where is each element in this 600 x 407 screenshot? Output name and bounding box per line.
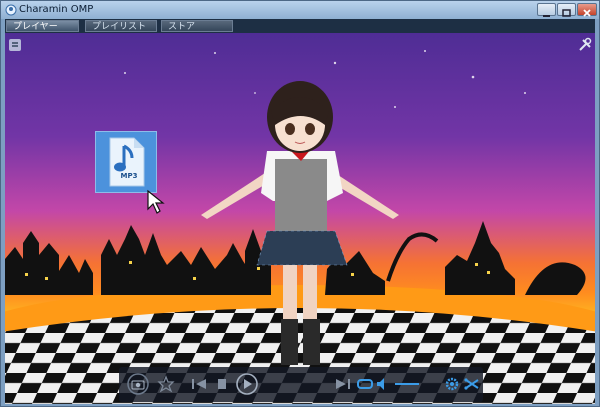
volume-icon[interactable] — [375, 373, 389, 395]
close-button[interactable] — [577, 3, 597, 17]
maximize-icon — [562, 9, 571, 17]
background-scene — [5, 50, 595, 404]
file-type-label: MP3 — [120, 172, 138, 180]
title-bar[interactable]: Charamin OMP — [1, 1, 599, 19]
previous-icon[interactable] — [189, 373, 209, 395]
favorite-icon[interactable] — [157, 373, 175, 395]
minimize-icon — [543, 15, 550, 17]
minimize-button[interactable] — [537, 3, 556, 17]
app-window: Charamin OMP プレイヤー プレイリスト ストア MP3 — [0, 0, 600, 407]
settings-icon[interactable] — [577, 37, 593, 53]
shuffle-icon[interactable] — [463, 373, 481, 395]
next-icon[interactable] — [333, 373, 353, 395]
stop-icon[interactable] — [215, 373, 229, 395]
music-file-icon[interactable]: MP3 — [95, 131, 157, 193]
app-icon — [5, 4, 17, 16]
tab-store[interactable]: ストア — [161, 20, 233, 32]
player-stage[interactable]: MP3 — [5, 33, 595, 404]
tab-bar: プレイヤー プレイリスト ストア — [5, 19, 595, 33]
volume-slider[interactable] — [393, 373, 423, 395]
mouse-pointer-icon — [147, 189, 165, 214]
playback-controls — [119, 367, 483, 402]
close-icon — [583, 9, 591, 17]
menu-icon[interactable] — [7, 37, 23, 53]
window-title: Charamin OMP — [19, 4, 94, 15]
gear-icon[interactable] — [443, 373, 461, 395]
play-icon[interactable] — [235, 373, 259, 395]
camera-icon[interactable] — [127, 373, 149, 395]
tab-player[interactable]: プレイヤー — [6, 20, 79, 32]
repeat-icon[interactable] — [355, 373, 375, 395]
music-note-icon — [109, 137, 145, 187]
tab-playlist[interactable]: プレイリスト — [85, 20, 157, 32]
maximize-button[interactable] — [557, 3, 576, 17]
